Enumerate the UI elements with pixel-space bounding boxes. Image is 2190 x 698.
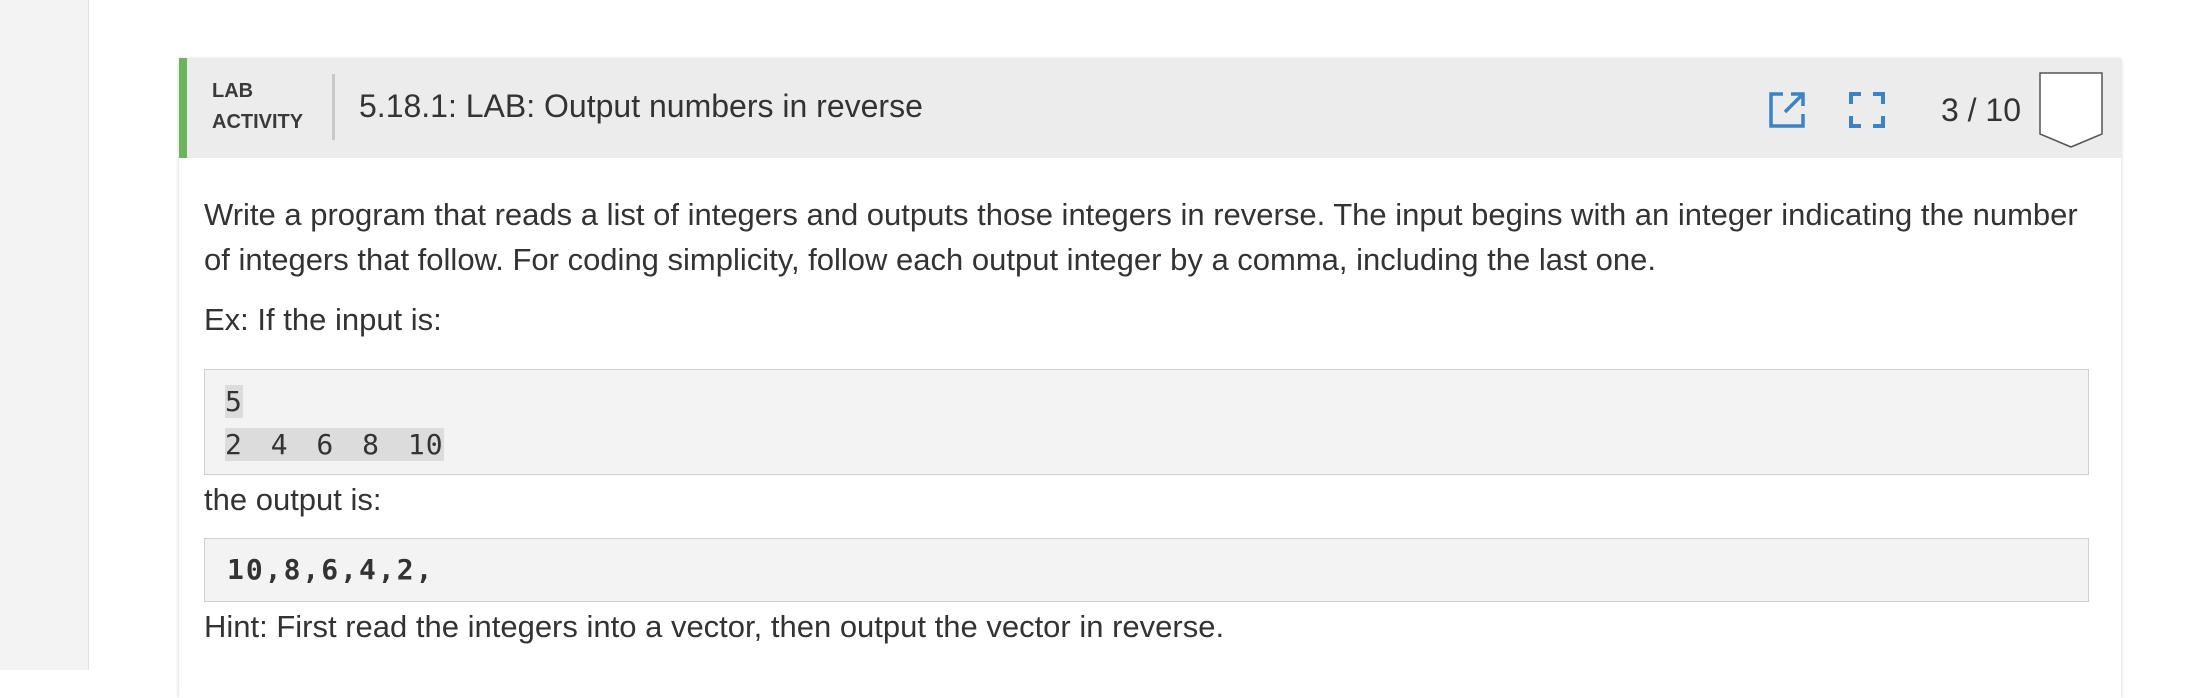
output-intro: the output is: [204,482,382,517]
lab-activity-card: LAB ACTIVITY 5.18.1: LAB: Output numbers… [179,58,2121,698]
fullscreen-icon [1848,92,1885,128]
popout-button[interactable] [1765,88,1809,132]
example-input-line: 2 4 6 8 10 [225,428,444,461]
example-intro: Ex: If the input is: [204,302,442,337]
example-input-block: 5 2 4 6 8 10 [204,369,2089,475]
activity-body: Write a program that reads a list of int… [179,158,2121,649]
activity-header: LAB ACTIVITY 5.18.1: LAB: Output numbers… [179,58,2121,158]
header-divider [332,74,335,140]
activity-type-line1: LAB [212,80,254,102]
activity-title: 5.18.1: LAB: Output numbers in reverse [359,88,923,124]
instructions-text: Write a program that reads a list of int… [204,197,2078,277]
header-controls: 3 / 10 [1765,72,2103,148]
example-input-line: 5 [225,385,243,418]
popout-icon [1769,92,1805,128]
fullscreen-button[interactable] [1845,88,1889,132]
activity-type-line2: ACTIVITY [212,111,304,133]
completion-progress: 3 / 10 [1940,91,2021,128]
hint-text: Hint: First read the integers into a vec… [204,609,1225,644]
activity-type-label: LAB ACTIVITY [212,76,303,138]
left-gutter [0,0,89,670]
example-output-block: 10,8,6,4,2, [204,538,2089,602]
completion-chevron-icon [2039,72,2103,148]
